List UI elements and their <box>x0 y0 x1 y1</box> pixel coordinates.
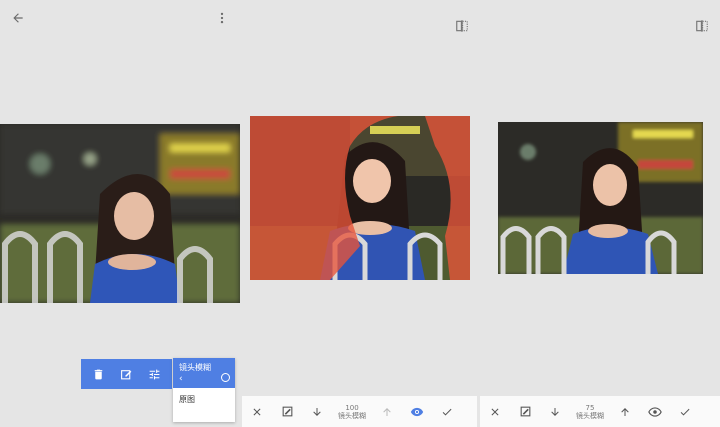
edit-button[interactable] <box>120 368 133 381</box>
edit-stack-header-label: 镜头模糊 <box>179 363 211 372</box>
photo-preview-result <box>498 122 703 274</box>
compare-icon <box>456 20 468 32</box>
edit-stack-item-lens-blur[interactable]: 镜头模糊 ‹ <box>173 358 235 388</box>
effect-label: 镜头模糊 <box>338 411 366 420</box>
tune-icon <box>149 369 160 379</box>
edit-stack-item-original[interactable]: 原图 <box>173 388 235 411</box>
check-icon <box>680 408 690 415</box>
effect-value: 100 <box>345 403 359 412</box>
cancel-button-2[interactable] <box>480 406 510 418</box>
edit-icon <box>121 369 132 379</box>
compare-icon <box>696 20 708 32</box>
effect-value-2: 75 <box>585 403 595 412</box>
more-vert-icon <box>220 12 224 24</box>
brush-button[interactable] <box>272 405 302 418</box>
trash-icon <box>95 369 103 379</box>
arrow-down-icon <box>313 407 321 416</box>
increase-button[interactable] <box>372 406 402 418</box>
arrow-up-icon <box>383 407 391 416</box>
edit-stack-popup: 镜头模糊 ‹ 原图 <box>173 358 235 422</box>
brush-icon <box>520 406 530 417</box>
more-options-button[interactable] <box>212 8 232 28</box>
arrow-down-icon <box>551 407 559 416</box>
arrow-left-icon <box>13 13 23 23</box>
layer-action-bar <box>81 359 172 389</box>
visibility-button[interactable] <box>402 405 432 419</box>
adjust-button[interactable] <box>148 368 161 381</box>
effect-value-display-2: 75 镜头模糊 <box>570 404 610 420</box>
brush-icon <box>282 406 292 417</box>
effect-label-2: 镜头模糊 <box>576 411 604 420</box>
arrow-up-icon <box>621 407 629 416</box>
compare-button-2[interactable] <box>693 17 711 35</box>
apply-button-2[interactable] <box>670 406 700 418</box>
apply-button[interactable] <box>432 406 462 418</box>
photo-preview-mask <box>250 116 470 280</box>
visibility-button-2[interactable] <box>640 405 670 419</box>
eye-icon <box>410 407 424 416</box>
compare-button[interactable] <box>453 17 471 35</box>
photo-preview-blurred <box>0 124 240 303</box>
close-icon <box>491 408 499 415</box>
chevron-left-icon: ‹ <box>179 374 183 384</box>
settings-circle-icon[interactable] <box>221 373 230 382</box>
decrease-button-2[interactable] <box>540 406 570 418</box>
edit-toolbar-right: 75 镜头模糊 <box>480 396 720 427</box>
decrease-button[interactable] <box>302 406 332 418</box>
effect-value-display: 100 镜头模糊 <box>332 404 372 420</box>
back-button[interactable] <box>8 8 28 28</box>
eye-icon <box>648 406 662 417</box>
cancel-button[interactable] <box>242 406 272 418</box>
check-icon <box>442 408 452 415</box>
delete-button[interactable] <box>92 368 105 381</box>
edit-toolbar-left: 100 镜头模糊 <box>242 396 477 427</box>
increase-button-2[interactable] <box>610 406 640 418</box>
brush-button-2[interactable] <box>510 405 540 418</box>
close-icon <box>253 408 261 415</box>
